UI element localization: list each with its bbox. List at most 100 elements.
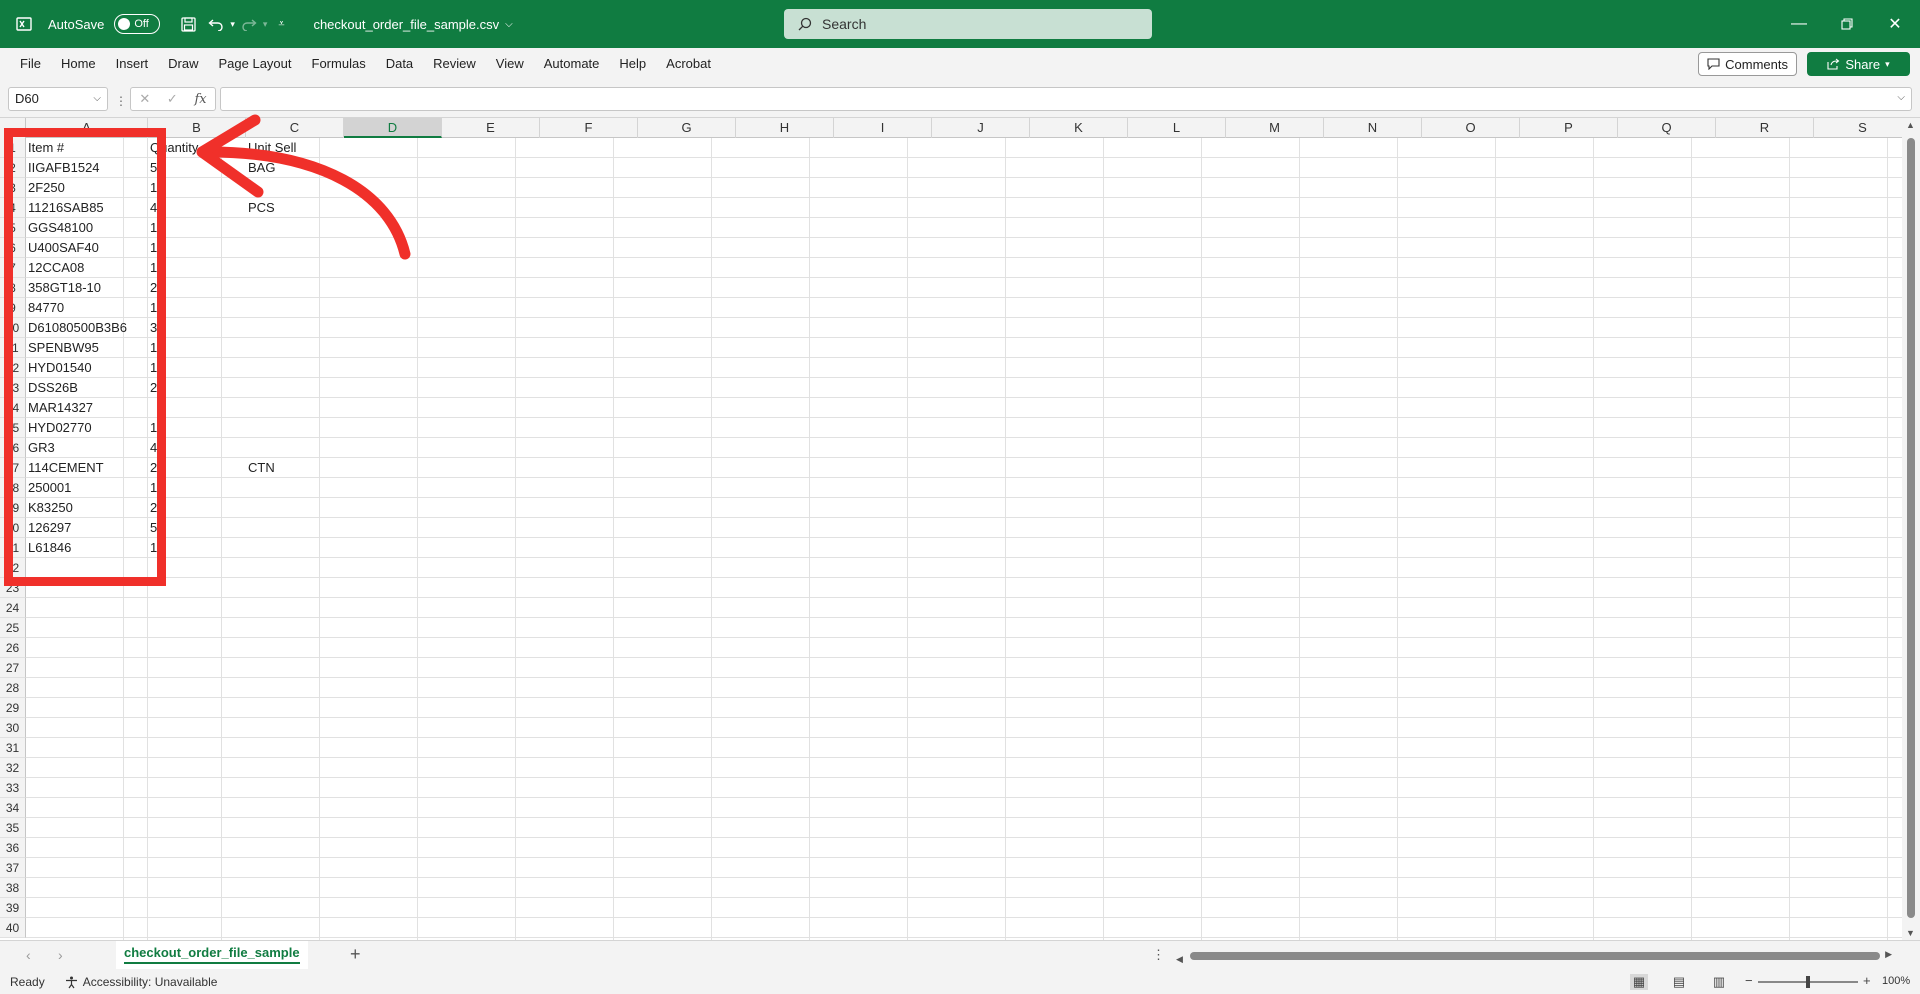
zoom-in-icon[interactable]: + <box>1863 973 1871 988</box>
cell-b6[interactable]: 1 <box>148 238 246 258</box>
select-all-corner[interactable] <box>0 118 26 138</box>
row-header-4[interactable]: 4 <box>0 198 26 218</box>
zoom-slider[interactable] <box>1758 976 1858 988</box>
cell-b1[interactable]: Quantity <box>148 138 246 158</box>
page-break-view-icon[interactable]: ▥ <box>1710 974 1728 990</box>
tab-help[interactable]: Help <box>609 48 656 80</box>
tab-home[interactable]: Home <box>51 48 106 80</box>
tab-review[interactable]: Review <box>423 48 486 80</box>
name-box[interactable]: D60 ⌵ <box>8 87 108 111</box>
horizontal-scroll-thumb[interactable] <box>1190 952 1880 960</box>
page-layout-view-icon[interactable]: ▤ <box>1670 974 1688 990</box>
row-header-40[interactable]: 40 <box>0 918 26 938</box>
share-button[interactable]: Share ▾ <box>1807 52 1910 76</box>
cell-c10[interactable] <box>246 318 344 338</box>
cell-b5[interactable]: 1 <box>148 218 246 238</box>
cell-c9[interactable] <box>246 298 344 318</box>
cell-c14[interactable] <box>246 398 344 418</box>
next-sheet-icon[interactable]: › <box>58 947 63 963</box>
sheet-tab[interactable]: checkout_order_file_sample <box>116 941 308 969</box>
accessibility-status[interactable]: Accessibility: Unavailable <box>65 975 217 989</box>
column-header-i[interactable]: I <box>834 118 932 138</box>
row-header-21[interactable]: 21 <box>0 538 26 558</box>
row-header-26[interactable]: 26 <box>0 638 26 658</box>
redo-dropdown-icon[interactable]: ▾ <box>263 19 268 30</box>
expand-formula-bar-icon[interactable]: ⌵ <box>1897 92 1905 103</box>
enter-icon[interactable]: ✓ <box>167 91 178 107</box>
row-header-35[interactable]: 35 <box>0 818 26 838</box>
cell-b2[interactable]: 5 <box>148 158 246 178</box>
file-name-menu[interactable]: checkout_order_file_sample.csv ⌵ <box>313 17 512 32</box>
tab-file[interactable]: File <box>10 48 51 80</box>
row-header-15[interactable]: 15 <box>0 418 26 438</box>
close-icon[interactable]: ✕ <box>1872 0 1918 48</box>
normal-view-icon[interactable]: ▦ <box>1630 974 1648 990</box>
cell-a19[interactable]: K83250 <box>26 498 148 518</box>
cell-b21[interactable]: 1 <box>148 538 246 558</box>
more-options-icon[interactable]: ⋮ <box>1152 947 1165 963</box>
cancel-icon[interactable]: ✕ <box>139 91 150 107</box>
cell-a4[interactable]: 11216SAB85 <box>26 198 148 218</box>
row-header-30[interactable]: 30 <box>0 718 26 738</box>
cell-c19[interactable] <box>246 498 344 518</box>
column-header-a[interactable]: A <box>26 118 148 138</box>
customize-toolbar-icon[interactable]: ⩡ <box>267 10 295 38</box>
cell-a12[interactable]: HYD01540 <box>26 358 148 378</box>
column-header-l[interactable]: L <box>1128 118 1226 138</box>
row-header-7[interactable]: 7 <box>0 258 26 278</box>
cell-a13[interactable]: DSS26B <box>26 378 148 398</box>
cell-b10[interactable]: 3 <box>148 318 246 338</box>
column-header-q[interactable]: Q <box>1618 118 1716 138</box>
column-header-p[interactable]: P <box>1520 118 1618 138</box>
cell-b15[interactable]: 1 <box>148 418 246 438</box>
insert-function-icon[interactable]: fx <box>194 92 206 107</box>
row-header-28[interactable]: 28 <box>0 678 26 698</box>
column-header-h[interactable]: H <box>736 118 834 138</box>
zoom-out-icon[interactable]: − <box>1745 973 1753 988</box>
zoom-level[interactable]: 100% <box>1882 975 1910 987</box>
previous-sheet-icon[interactable]: ‹ <box>26 947 31 963</box>
row-header-16[interactable]: 16 <box>0 438 26 458</box>
spreadsheet-grid[interactable]: ABCDEFGHIJKLMNOPQRS 1 2 3 4 5 6 7 8 9 10 11 12 13 14 1… <box>0 118 1902 940</box>
formula-input[interactable]: ⌵ <box>220 87 1912 111</box>
cell-a1[interactable]: Item # <box>26 138 148 158</box>
row-header-14[interactable]: 14 <box>0 398 26 418</box>
cell-b19[interactable]: 2 <box>148 498 246 518</box>
cell-c4[interactable]: PCS <box>246 198 344 218</box>
cell-c5[interactable] <box>246 218 344 238</box>
column-header-j[interactable]: J <box>932 118 1030 138</box>
row-header-34[interactable]: 34 <box>0 798 26 818</box>
row-header-12[interactable]: 12 <box>0 358 26 378</box>
cell-b4[interactable]: 4 <box>148 198 246 218</box>
row-header-27[interactable]: 27 <box>0 658 26 678</box>
tab-automate[interactable]: Automate <box>534 48 610 80</box>
cell-c11[interactable] <box>246 338 344 358</box>
cell-b3[interactable]: 1 <box>148 178 246 198</box>
minimize-icon[interactable]: — <box>1776 0 1822 48</box>
row-header-10[interactable]: 10 <box>0 318 26 338</box>
column-header-o[interactable]: O <box>1422 118 1520 138</box>
column-header-d[interactable]: D <box>344 118 442 138</box>
column-header-s[interactable]: S <box>1814 118 1902 138</box>
comments-button[interactable]: Comments <box>1698 52 1797 76</box>
cell-c12[interactable] <box>246 358 344 378</box>
column-header-g[interactable]: G <box>638 118 736 138</box>
row-header-5[interactable]: 5 <box>0 218 26 238</box>
cells-area[interactable]: Item # Quantity Unit Sell IIGAFB1524 5 BAG 2F2… <box>26 138 1902 940</box>
row-header-9[interactable]: 9 <box>0 298 26 318</box>
cell-b18[interactable]: 1 <box>148 478 246 498</box>
row-header-8[interactable]: 8 <box>0 278 26 298</box>
column-header-c[interactable]: C <box>246 118 344 138</box>
row-header-38[interactable]: 38 <box>0 878 26 898</box>
column-header-k[interactable]: K <box>1030 118 1128 138</box>
cell-a8[interactable]: 358GT18-10 <box>26 278 148 298</box>
cell-b13[interactable]: 2 <box>148 378 246 398</box>
vertical-scroll-thumb[interactable] <box>1907 138 1915 918</box>
tab-page-layout[interactable]: Page Layout <box>209 48 302 80</box>
tab-formulas[interactable]: Formulas <box>302 48 376 80</box>
cell-b17[interactable]: 2 <box>148 458 246 478</box>
cell-a11[interactable]: SPENBW95 <box>26 338 148 358</box>
row-header-18[interactable]: 18 <box>0 478 26 498</box>
cell-c1[interactable]: Unit Sell <box>246 138 344 158</box>
cell-c13[interactable] <box>246 378 344 398</box>
